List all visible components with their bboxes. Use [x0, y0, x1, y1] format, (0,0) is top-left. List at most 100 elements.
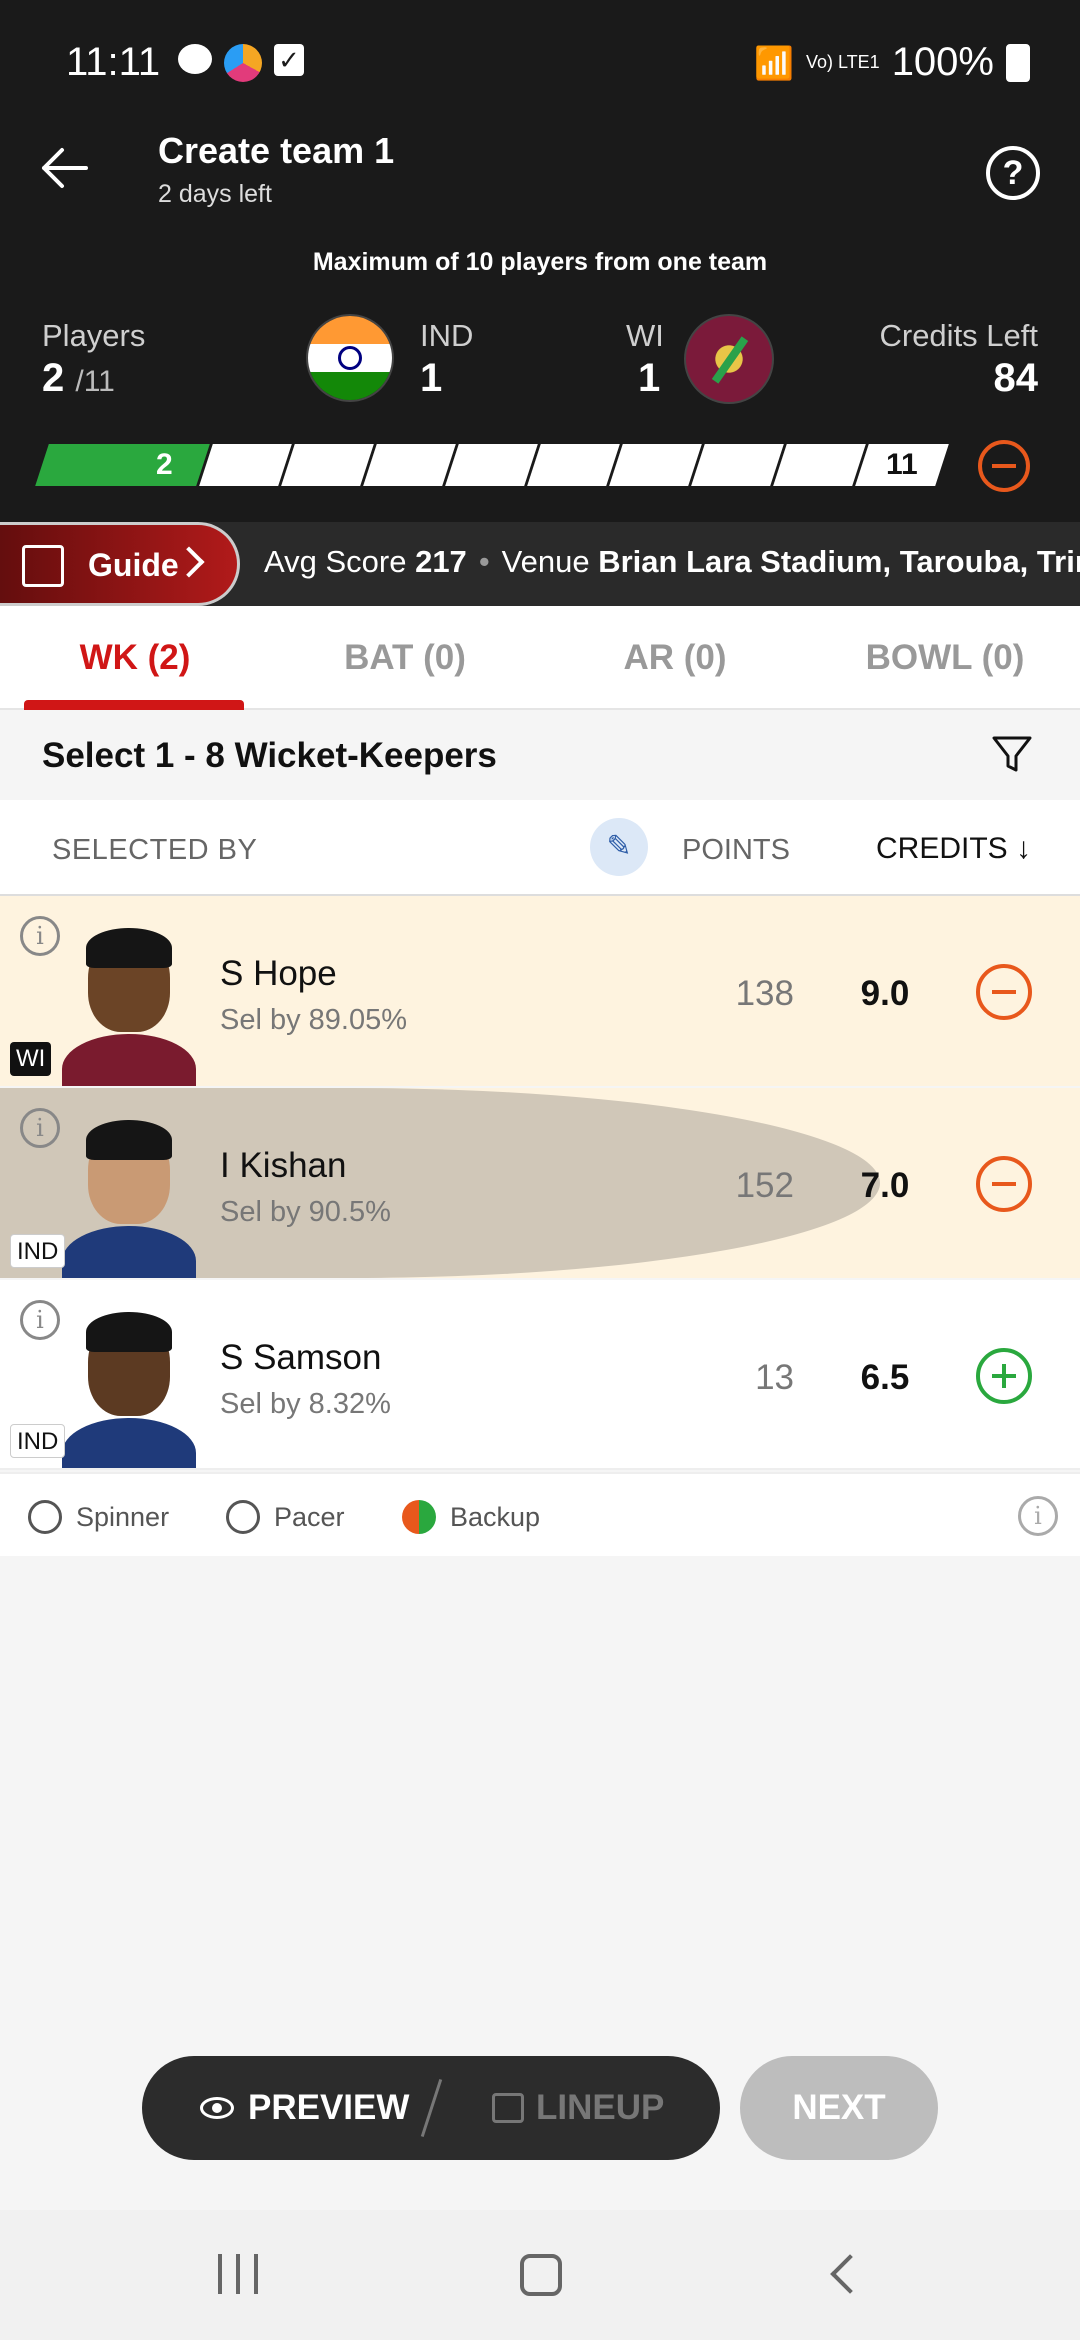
- player-points: 13: [755, 1358, 794, 1397]
- info-icon[interactable]: i: [20, 1300, 60, 1340]
- progress-segment: [527, 444, 623, 486]
- sort-credits[interactable]: CREDITS ↓: [876, 832, 1031, 866]
- add-player-button[interactable]: [976, 1348, 1032, 1404]
- tab-bat[interactable]: BAT (0): [270, 638, 540, 678]
- battery-text: 100%: [891, 40, 994, 84]
- team2-name: WI: [626, 318, 664, 353]
- progress-segment: [691, 444, 787, 486]
- remove-player-button[interactable]: [976, 964, 1032, 1020]
- players-selected: 2: [42, 356, 65, 400]
- progress-count-label: 2: [156, 448, 173, 481]
- west-indies-flag-icon: [684, 314, 774, 404]
- progress-segment: [281, 444, 377, 486]
- network-label: Vo) LTE1: [805, 52, 880, 72]
- player-points: 152: [735, 1166, 794, 1205]
- credits-label: Credits Left: [879, 318, 1038, 353]
- player-name: I Kishan: [220, 1146, 347, 1185]
- section-title: Select 1 - 8 Wicket-Keepers: [42, 736, 497, 775]
- page-title: Create team 1: [158, 130, 395, 171]
- sort-points[interactable]: POINTS: [682, 834, 790, 867]
- lineup-label: LINEUP: [536, 2088, 665, 2127]
- player-name: S Hope: [220, 954, 337, 993]
- back-icon[interactable]: [830, 2254, 870, 2294]
- notification-icons: ✓: [178, 44, 304, 82]
- guide-button[interactable]: Guide: [0, 522, 240, 606]
- status-bar: 11:11 ✓ 📶 Vo) LTE1 100%: [0, 0, 1080, 120]
- progress-total-label: 11: [886, 448, 918, 481]
- player-row[interactable]: i WI S Hope Sel by 89.05% 138 9.0: [0, 896, 1080, 1086]
- backup-icon: [402, 1500, 436, 1534]
- home-icon[interactable]: [520, 2254, 562, 2296]
- credits-left: 84: [993, 356, 1039, 400]
- player-row[interactable]: i IND I Kishan Sel by 90.5% 152 7.0: [0, 1088, 1080, 1278]
- column-header: SELECTED BY ✎ POINTS CREDITS ↓: [0, 800, 1080, 896]
- app-logo-icon: [224, 44, 262, 82]
- remove-player-button[interactable]: [976, 1156, 1032, 1212]
- progress-segment: [363, 444, 459, 486]
- progress-segment: [445, 444, 541, 486]
- player-type-legend: Spinner Pacer Backup i: [0, 1472, 1080, 1556]
- guide-label: Guide: [88, 547, 179, 583]
- legend-spinner-label: Spinner: [76, 1501, 170, 1532]
- header: 11:11 ✓ 📶 Vo) LTE1 100% Create team 1 2 …: [0, 0, 1080, 522]
- status-time: 11:11: [66, 40, 161, 84]
- recent-apps-icon[interactable]: [218, 2254, 260, 2294]
- active-tab-indicator: [24, 700, 244, 710]
- max-players-note: Maximum of 10 players from one team: [312, 248, 768, 276]
- match-stats: Avg Score 217 • Venue Brian Lara Stadium, …: [264, 544, 1080, 580]
- system-nav-bar: [0, 2210, 1080, 2340]
- guide-icon: [22, 545, 64, 587]
- tab-bowl[interactable]: BOWL (0): [810, 638, 1080, 678]
- legend-backup-label: Backup: [450, 1501, 541, 1532]
- players-count: 2 /11: [42, 356, 115, 401]
- info-icon[interactable]: i: [1018, 1496, 1058, 1536]
- help-icon[interactable]: ?: [986, 146, 1040, 200]
- pencil-icon[interactable]: ✎: [590, 818, 648, 876]
- player-selected-by: Sel by 89.05%: [220, 1004, 408, 1036]
- team1-name: IND: [420, 318, 474, 353]
- filter-icon[interactable]: [990, 732, 1034, 776]
- section-header: Select 1 - 8 Wicket-Keepers: [0, 712, 1080, 800]
- info-icon[interactable]: i: [20, 1108, 60, 1148]
- info-icon[interactable]: i: [20, 916, 60, 956]
- checkbox-icon: ✓: [274, 44, 304, 76]
- clear-team-button[interactable]: [978, 440, 1030, 492]
- legend-pacer-label: Pacer: [274, 1501, 345, 1532]
- india-flag-icon: [306, 314, 394, 402]
- players-total: /11: [75, 365, 115, 398]
- player-row[interactable]: i IND S Samson Sel by 8.32% 13 6.5: [0, 1280, 1080, 1470]
- progress-segment: [609, 444, 705, 486]
- player-selected-by: Sel by 90.5%: [220, 1196, 391, 1228]
- role-tabs: WK (2) BAT (0) AR (0) BOWL (0): [0, 606, 1080, 710]
- tab-wk[interactable]: WK (2): [0, 638, 270, 678]
- next-button[interactable]: NEXT: [740, 2056, 938, 2160]
- player-avatar: [58, 1300, 198, 1468]
- spinner-icon: [28, 1500, 62, 1534]
- preview-label: PREVIEW: [248, 2088, 410, 2127]
- legend-backup: Backup: [402, 1500, 540, 1534]
- team2-count: 1: [638, 356, 661, 400]
- team1-count: 1: [420, 356, 443, 400]
- back-arrow-icon[interactable]: [38, 142, 90, 194]
- team-progress-bar: 2 11: [35, 444, 950, 486]
- lineup-button[interactable]: LINEUP: [492, 2088, 664, 2128]
- progress-segment: [773, 444, 869, 486]
- preview-button[interactable]: PREVIEW: [200, 2088, 409, 2128]
- avg-score-label: Avg Score: [264, 544, 407, 579]
- tab-ar[interactable]: AR (0): [540, 638, 810, 678]
- battery-icon: [1006, 43, 1030, 82]
- legend-spinner: Spinner: [28, 1500, 169, 1534]
- team-tag: IND: [10, 1424, 66, 1458]
- player-avatar: [58, 916, 198, 1086]
- sort-selected-by[interactable]: SELECTED BY: [52, 834, 257, 867]
- preview-lineup-pill: PREVIEW LINEUP: [142, 2056, 720, 2160]
- wifi-icon: 📶: [754, 44, 794, 81]
- chat-icon: [178, 44, 212, 74]
- player-credits: 7.0: [860, 1166, 910, 1205]
- system-icons: 📶 Vo) LTE1 100%: [754, 40, 1030, 85]
- players-label: Players: [42, 318, 146, 353]
- avg-score-value: 217: [415, 544, 467, 579]
- match-info-strip: Guide Avg Score 217 • Venue Brian Lara Sta…: [0, 522, 1080, 606]
- player-avatar: [58, 1108, 198, 1278]
- team-tag: WI: [10, 1042, 52, 1076]
